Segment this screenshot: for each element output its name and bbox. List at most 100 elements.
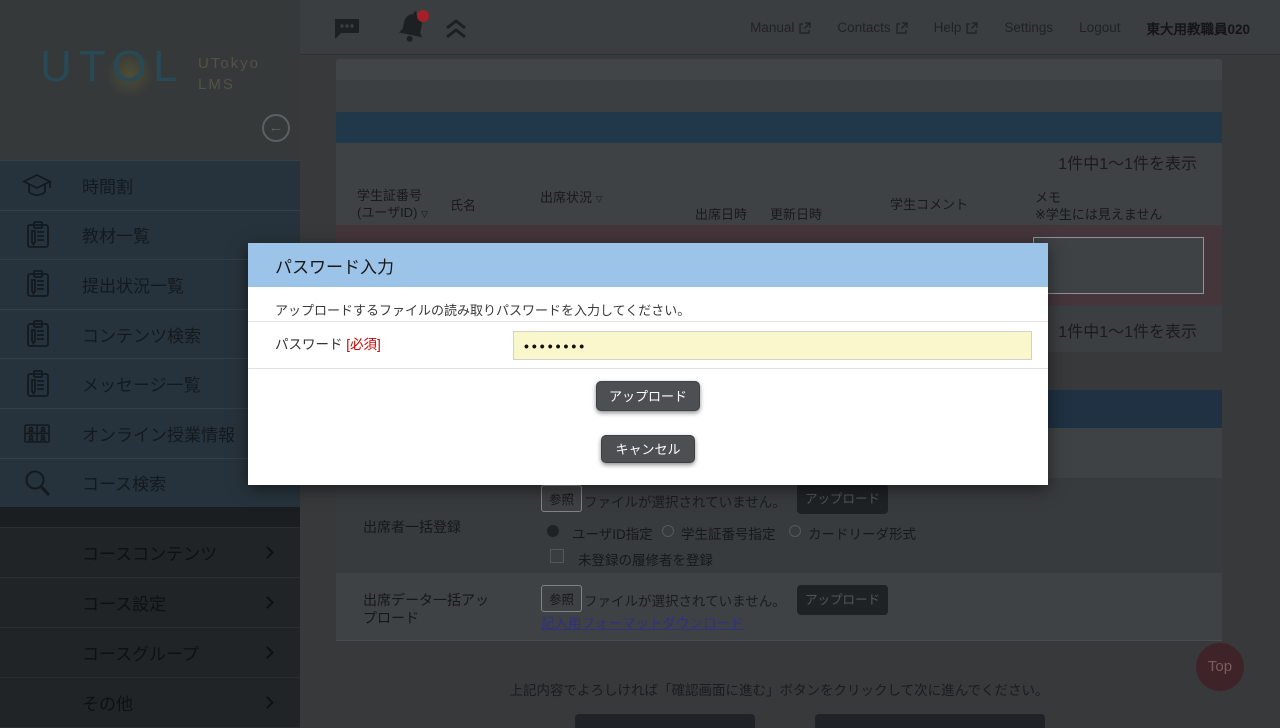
browse-button[interactable]: 参照 <box>541 485 582 512</box>
sidebar-item-label: 提出状況一覧 <box>82 272 184 297</box>
password-input[interactable]: •••••••• <box>513 331 1032 360</box>
col-student-comment: 学生コメント <box>890 194 968 213</box>
notification-dot <box>417 10 429 22</box>
modal-upload-button[interactable]: アップロード <box>596 381 700 411</box>
chevron-right-icon <box>261 646 274 659</box>
modal-instruction: アップロードするファイルの読み取りパスワードを入力してください。 <box>275 300 690 319</box>
sidebar-item-others[interactable]: その他 <box>0 677 300 727</box>
username: 東大用教職員020 <box>1146 18 1250 38</box>
register-unenrolled-label[interactable]: 未登録の履修者を登録 <box>578 549 713 569</box>
menu-help[interactable]: Help <box>934 20 979 35</box>
upload-button-data[interactable]: アップロード <box>797 585 888 615</box>
collapse-header-icon[interactable] <box>443 18 469 45</box>
logo-panel: UTOL UTokyo LMS ← <box>0 0 300 160</box>
logo-subtitle-1: UTokyo <box>198 55 260 72</box>
chevron-right-icon <box>261 596 274 609</box>
sidebar-item-course-group[interactable]: コースグループ <box>0 627 300 677</box>
menu-manual-label: Manual <box>750 20 794 35</box>
scroll-to-top-button[interactable]: Top <box>1196 643 1244 691</box>
col-student-no-2[interactable]: (ユーザID) ▽ <box>357 202 428 221</box>
sidebar-item-label: コース検索 <box>82 470 166 495</box>
pagination-top: 1件中1〜1件を表示 <box>1058 150 1197 174</box>
notification-bell-icon[interactable] <box>394 8 430 53</box>
bulk-data-label-2: プロード <box>363 608 419 628</box>
sort-icon[interactable]: ▽ <box>421 209 428 219</box>
sidebar-item-course-settings[interactable]: コース設定 <box>0 577 300 627</box>
password-modal: パスワード入力 アップロードするファイルの読み取りパスワードを入力してください。… <box>248 243 1048 485</box>
section-header-bar <box>336 112 1222 143</box>
online-class-grid-icon <box>22 418 52 448</box>
radio-user-id-label[interactable]: ユーザID指定 <box>572 523 653 543</box>
utol-lms-screen: Manual Contacts Help Settings Logout 東大用… <box>0 0 1280 728</box>
sidebar-item-label: 教材一覧 <box>82 222 150 247</box>
col-update-time: 更新日時 <box>770 204 822 223</box>
pagination-bottom: 1件中1〜1件を表示 <box>1058 318 1197 342</box>
chevron-right-icon <box>261 696 274 709</box>
memo-textarea[interactable] <box>1033 237 1204 294</box>
utol-logo: UTOL <box>40 42 185 92</box>
sidebar-item-label: その他 <box>82 690 133 715</box>
col-status[interactable]: 出席状況 ▽ <box>540 187 603 206</box>
browse-button-data[interactable]: 参照 <box>541 585 582 612</box>
sidebar-item-label: コースグループ <box>82 640 199 665</box>
modal-title: パスワード入力 <box>275 253 394 278</box>
no-file-selected-text: ファイルが選択されていません。 <box>584 491 786 511</box>
no-file-selected-text: ファイルが選択されていません。 <box>584 590 786 610</box>
menu-contacts-label: Contacts <box>837 20 890 35</box>
clipboard-icon <box>22 319 52 349</box>
sidebar-item-label: コンテンツ検索 <box>82 322 201 347</box>
sidebar-item-label: コース設定 <box>82 590 166 615</box>
radio-card-reader-label[interactable]: カードリーダ形式 <box>808 523 916 543</box>
sidebar-item-label: コースコンテンツ <box>82 540 217 565</box>
sidebar-item-timetable[interactable]: 時間割 <box>0 160 300 210</box>
footer-instruction: 上記内容でよろしければ「確認画面に進む」ボタンをクリックして次に進んでください。 <box>336 679 1222 699</box>
chevron-right-icon <box>261 546 274 559</box>
register-unenrolled-checkbox[interactable] <box>550 549 564 563</box>
clipboard-icon <box>22 220 52 250</box>
search-icon <box>22 468 52 498</box>
menu-contacts[interactable]: Contacts <box>837 20 907 35</box>
logo-subtitle-2: LMS <box>198 76 235 93</box>
col-memo-note: ※学生には見えません <box>1035 204 1163 223</box>
attendance-table-header: 1件中1〜1件を表示 学生証番号 (ユーザID) ▽ 氏名 出席状況 ▽ 出席日… <box>336 143 1222 225</box>
panel-top-strip <box>336 59 1222 80</box>
sidebar-divider <box>0 507 300 527</box>
external-link-icon <box>896 22 908 34</box>
chat-icon[interactable] <box>333 16 361 47</box>
menu-manual[interactable]: Manual <box>750 20 811 35</box>
modal-divider <box>248 368 1048 369</box>
back-without-save-button[interactable]: 保存せずに前の画面に戻る <box>575 714 755 728</box>
col-attend-time: 出席日時 <box>695 204 747 223</box>
modal-header: パスワード入力 <box>248 243 1048 287</box>
format-download-link[interactable]: 記入用フォーマットダウンロード <box>541 612 744 632</box>
menu-logout[interactable]: Logout <box>1079 20 1120 35</box>
menu-settings[interactable]: Settings <box>1004 20 1053 35</box>
sort-icon[interactable]: ▽ <box>596 194 603 204</box>
modal-divider <box>248 321 1048 322</box>
radio-student-no-label[interactable]: 学生証番号指定 <box>681 523 776 543</box>
top-bar: Manual Contacts Help Settings Logout 東大用… <box>300 0 1280 55</box>
radio-card-reader[interactable] <box>789 525 801 537</box>
topbar-menu: Manual Contacts Help Settings Logout 東大用… <box>750 0 1250 55</box>
external-link-icon <box>966 22 978 34</box>
sidebar-item-label: オンライン授業情報 <box>82 421 235 446</box>
clipboard-icon <box>22 369 52 399</box>
sidebar-item-label: 時間割 <box>82 173 133 198</box>
sidebar-item-course-contents[interactable]: コースコンテンツ <box>0 527 300 577</box>
bulk-attendee-label: 出席者一括登録 <box>363 517 461 537</box>
col-name: 氏名 <box>450 195 476 214</box>
external-link-icon <box>799 22 811 34</box>
sidebar-item-label: メッセージ一覧 <box>82 371 201 396</box>
menu-help-label: Help <box>934 20 962 35</box>
clipboard-icon <box>22 269 52 299</box>
required-badge: [必須] <box>346 337 381 352</box>
upload-button-attendee[interactable]: アップロード <box>797 484 888 514</box>
proceed-confirm-button[interactable]: 確認画面に進む <box>815 714 1045 728</box>
graduation-cap-icon <box>22 170 52 200</box>
radio-user-id[interactable] <box>547 525 559 537</box>
bulk-data-label-1: 出席データ一括アッ <box>363 590 489 610</box>
password-field-label: パスワード [必須] <box>275 333 381 353</box>
sidebar-collapse-button[interactable]: ← <box>262 114 290 142</box>
radio-student-no[interactable] <box>662 525 674 537</box>
modal-cancel-button[interactable]: キャンセル <box>601 435 695 463</box>
